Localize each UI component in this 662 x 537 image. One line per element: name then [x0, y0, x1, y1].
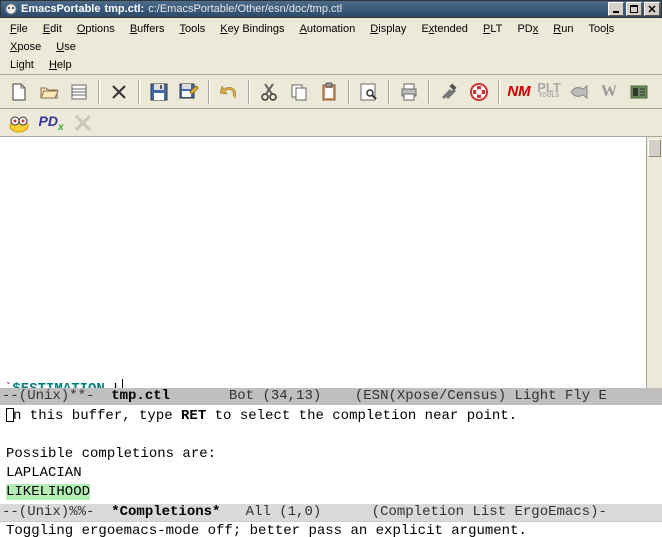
ml1-mid: Bot (34,13): [170, 388, 355, 404]
menu-tools[interactable]: Tools: [174, 20, 212, 38]
ml1-file: tmp.ctl: [111, 388, 170, 404]
title-app: EmacsPortable: [21, 3, 100, 15]
ml1-left: --(Unix)**-: [2, 388, 111, 404]
help-icon[interactable]: [466, 79, 492, 105]
menu-edit[interactable]: Edit: [37, 20, 68, 38]
editor-text: L: [105, 381, 122, 388]
window-titlebar: EmacsPortable tmp.ctl: c:/EmacsPortable/…: [0, 0, 662, 18]
save-as-icon[interactable]: [176, 79, 202, 105]
menu-help[interactable]: Help: [43, 56, 78, 74]
menu-use[interactable]: Use: [50, 38, 82, 56]
menu-buffers[interactable]: Buffers: [124, 20, 171, 38]
disabled-tool-icon: [70, 110, 96, 136]
window-controls: [606, 2, 660, 16]
menu-run[interactable]: Run: [547, 20, 579, 38]
open-folder-icon[interactable]: [36, 79, 62, 105]
comp-ret: RET: [181, 408, 206, 424]
plt-label: PLT: [537, 84, 561, 92]
cut-icon[interactable]: [256, 79, 282, 105]
undo-icon[interactable]: [216, 79, 242, 105]
new-file-icon[interactable]: [6, 79, 32, 105]
toolbar-separator: [208, 80, 210, 104]
comp-heading: Possible completions are:: [6, 446, 216, 462]
plt-sublabel: TOOLS: [539, 92, 560, 100]
modeline-main[interactable]: --(Unix)**- tmp.ctl Bot (34,13) (ESN(Xpo…: [0, 388, 662, 405]
comp-line1b: to select the completion near point.: [206, 408, 517, 424]
text-cursor: [122, 379, 123, 388]
search-icon[interactable]: [356, 79, 382, 105]
menu-options[interactable]: Options: [71, 20, 121, 38]
comp-line1a: n this buffer, type: [13, 408, 181, 424]
toolbar-separator: [138, 80, 140, 104]
menu-display[interactable]: Display: [364, 20, 412, 38]
completion-option[interactable]: LAPLACIAN: [6, 465, 82, 481]
menu-file[interactable]: File: [4, 20, 34, 38]
menu-keybindings[interactable]: Key Bindings: [214, 20, 290, 38]
plt-tools-icon[interactable]: PLTTOOLS: [536, 79, 562, 105]
minibuffer[interactable]: Toggling ergoemacs-mode off; better pass…: [0, 521, 662, 537]
toolbar-separator: [428, 80, 430, 104]
save-icon[interactable]: [146, 79, 172, 105]
ml2-file: *Completions*: [111, 504, 220, 520]
dired-icon[interactable]: [66, 79, 92, 105]
menu-automation[interactable]: Automation: [294, 20, 362, 38]
minibuffer-text: Toggling ergoemacs-mode off; better pass…: [6, 523, 527, 537]
menu-plt[interactable]: PLT: [477, 20, 508, 38]
minimize-button[interactable]: [608, 2, 624, 16]
close-button[interactable]: [644, 2, 660, 16]
ml1-right: (ESN(Xpose/Census) Light Fly E: [355, 388, 607, 404]
modeline-completions[interactable]: --(Unix)%%- *Completions* All (1,0) (Com…: [0, 504, 662, 521]
scrollbar-top-button[interactable]: [648, 139, 661, 157]
pd-label: PD: [39, 113, 58, 129]
menu-pdx[interactable]: PDx: [511, 20, 544, 38]
toolbar-separator: [498, 80, 500, 104]
nm-icon[interactable]: NM: [506, 79, 532, 105]
pdx-icon[interactable]: PDx: [38, 110, 64, 136]
menu-light[interactable]: Light: [4, 56, 40, 74]
preferences-icon[interactable]: [436, 79, 462, 105]
secondary-toolbar: PDx: [0, 109, 662, 137]
app-icon: [4, 2, 18, 16]
copy-icon[interactable]: [286, 79, 312, 105]
menu-tools2[interactable]: Tools: [583, 20, 621, 38]
print-icon[interactable]: [396, 79, 422, 105]
toolbar-separator: [248, 80, 250, 104]
ml2-right: (Completion List ErgoEmacs)-: [372, 504, 607, 520]
ml2-mid: All (1,0): [220, 504, 371, 520]
toolbar-separator: [98, 80, 100, 104]
menu-xpose[interactable]: Xpose: [4, 38, 47, 56]
editor-scrollbar[interactable]: [646, 137, 662, 388]
wfn-icon[interactable]: W: [596, 79, 622, 105]
title-path: c:/EmacsPortable/Other/esn/doc/tmp.ctl: [148, 3, 342, 15]
menu-bar: File Edit Options Buffers Tools Key Bind…: [0, 18, 662, 75]
pirana-icon[interactable]: [566, 79, 592, 105]
completion-option-highlighted[interactable]: LIKELIHOOD: [6, 484, 90, 500]
editor-pane: `$ESTIMATION L: [0, 137, 662, 388]
menu-extended[interactable]: Extended: [415, 20, 474, 38]
title-buffer: tmp.ctl:: [104, 3, 144, 15]
keyword-estimation: $ESTIMATION: [12, 381, 104, 388]
census-icon[interactable]: [626, 79, 652, 105]
toolbar-separator: [388, 80, 390, 104]
kill-buffer-icon[interactable]: [106, 79, 132, 105]
xpose-icon[interactable]: [6, 110, 32, 136]
paste-icon[interactable]: [316, 79, 342, 105]
toolbar-separator: [348, 80, 350, 104]
completions-buffer[interactable]: n this buffer, type RET to select the co…: [0, 405, 662, 504]
editor-content[interactable]: `$ESTIMATION L: [0, 137, 646, 388]
main-toolbar: NM PLTTOOLS W: [0, 75, 662, 109]
maximize-button[interactable]: [626, 2, 642, 16]
ml2-left: --(Unix)%%-: [2, 504, 111, 520]
